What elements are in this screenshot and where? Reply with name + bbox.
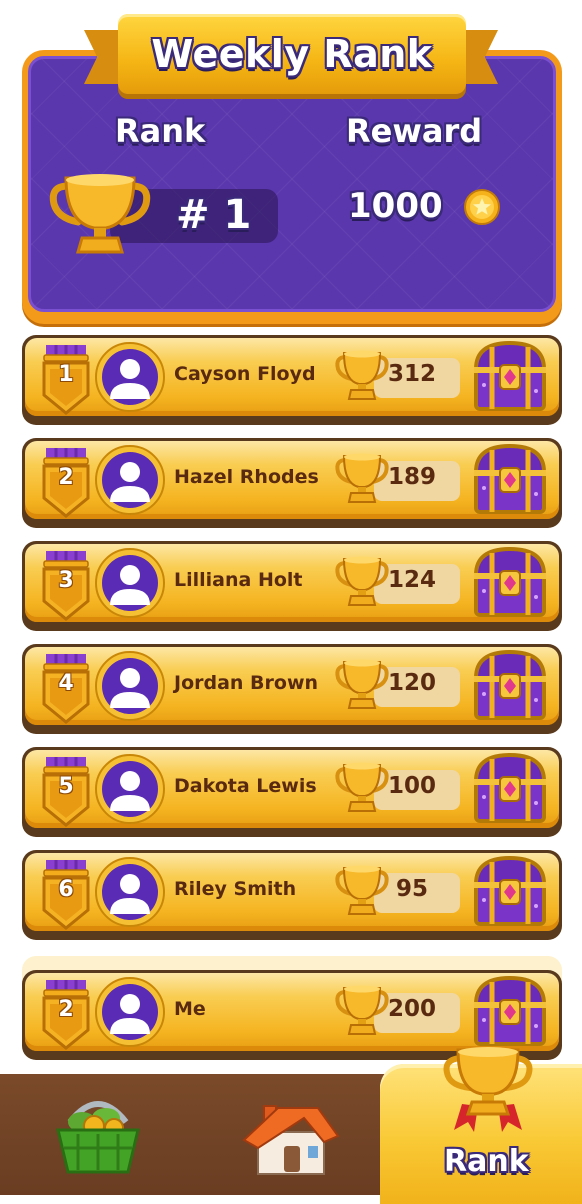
player-score: 200	[387, 996, 436, 1022]
player-name: Jordan Brown	[174, 672, 319, 694]
rank-number: 3	[58, 568, 74, 593]
reward-chest-icon	[470, 545, 550, 627]
trophy-icon	[49, 174, 151, 254]
reward-chest-icon	[470, 854, 550, 936]
nav-rank-tab[interactable]: Rank	[380, 1047, 582, 1204]
reward-chest-icon	[470, 442, 550, 524]
shop-basket-icon	[56, 1101, 140, 1174]
nav-rank-label: Rank	[444, 1144, 529, 1179]
home-house-icon	[242, 1105, 340, 1175]
avatar	[94, 856, 166, 928]
leaderboard-row[interactable]: 3 Lilliana Holt 124	[22, 541, 562, 631]
player-name: Riley Smith	[174, 878, 297, 900]
avatar	[94, 547, 166, 619]
reward-chest-icon	[470, 648, 550, 730]
avatar	[94, 753, 166, 825]
avatar	[94, 650, 166, 722]
rank-number: 4	[58, 671, 74, 696]
rank-number: 5	[58, 774, 74, 799]
rank-number: 6	[58, 877, 74, 902]
reward-amount: 1000	[348, 186, 443, 226]
rank-number: 2	[58, 465, 74, 490]
player-name: Dakota Lewis	[174, 775, 317, 797]
reward-chest-icon	[470, 339, 550, 421]
player-score: 120	[387, 670, 436, 696]
reward-chest-icon	[470, 751, 550, 833]
leaderboard-row[interactable]: 2 Hazel Rhodes 189	[22, 438, 562, 528]
trophy-icon	[443, 1047, 533, 1132]
avatar	[94, 444, 166, 516]
reward-column-label: Reward	[346, 112, 483, 150]
player-name: Me	[174, 998, 206, 1020]
avatar	[94, 341, 166, 413]
rank-number: 2	[58, 997, 74, 1022]
page-title: Weekly Rank	[151, 32, 433, 76]
current-rank-value: # 1	[176, 192, 252, 238]
title-banner: Weekly Rank	[118, 14, 466, 94]
nav-home-button[interactable]	[190, 1074, 380, 1195]
player-score: 312	[387, 361, 436, 387]
nav-shop-button[interactable]	[0, 1074, 190, 1195]
player-score: 95	[395, 876, 428, 902]
rank-column-label: Rank	[115, 112, 206, 150]
bottom-nav: Rank	[0, 1047, 582, 1204]
player-name: Lilliana Holt	[174, 569, 303, 591]
coin-icon	[464, 189, 500, 225]
player-name: Cayson Floyd	[174, 363, 316, 385]
player-score: 100	[387, 773, 436, 799]
leaderboard-row[interactable]: 6 Riley Smith 95	[22, 850, 562, 940]
player-name: Hazel Rhodes	[174, 466, 319, 488]
rank-number: 1	[58, 362, 74, 387]
leaderboard-row[interactable]: 4 Jordan Brown 120	[22, 644, 562, 734]
player-score: 124	[387, 567, 436, 593]
avatar	[94, 976, 166, 1048]
leaderboard-row[interactable]: 1 Cayson Floyd 312	[22, 335, 562, 425]
player-score: 189	[387, 464, 436, 490]
leaderboard-row[interactable]: 5 Dakota Lewis 100	[22, 747, 562, 837]
